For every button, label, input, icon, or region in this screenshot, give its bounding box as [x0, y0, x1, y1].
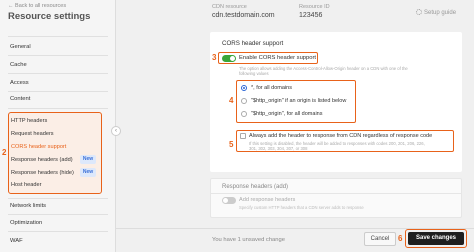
- add-response-headers-label: Add response headers: [239, 197, 296, 203]
- chevron-left-icon: ‹: [115, 128, 117, 134]
- radio-http-origin-all[interactable]: [241, 111, 247, 117]
- cdn-resource-value: cdn.testdomain.com: [212, 12, 275, 19]
- sidebar-item-network-limits[interactable]: Network limits: [10, 203, 46, 209]
- sidebar-item-cors-header-support[interactable]: CORS header support: [11, 144, 66, 150]
- toggle-knob: [230, 56, 235, 61]
- resource-id-value: 123456: [299, 12, 323, 19]
- divider: [8, 36, 108, 37]
- radio-label: *, for all domains: [251, 85, 292, 91]
- always-add-header-checkbox[interactable]: [240, 133, 246, 139]
- new-badge: New: [80, 155, 96, 164]
- cancel-button[interactable]: Cancel: [364, 232, 396, 246]
- radio-label: "$http_origin", for all domains: [251, 111, 323, 117]
- sidebar-item-cache[interactable]: Cache: [10, 62, 27, 68]
- sidebar-item-access[interactable]: Access: [10, 80, 29, 86]
- sidebar-item-general[interactable]: General: [10, 44, 31, 50]
- annotation-number-6: 6: [398, 234, 403, 243]
- save-changes-button[interactable]: Save changes: [408, 232, 464, 245]
- sidebar-item-response-headers-hide[interactable]: Response headers (hide): [11, 170, 74, 176]
- unsaved-changes-text: You have 1 unsaved change: [212, 237, 285, 243]
- divider: [8, 214, 108, 215]
- cors-description-2: following values: [239, 71, 269, 76]
- cors-toggle-label: Enable CORS header support: [239, 55, 317, 61]
- sidebar: ← Back to all resources Resource setting…: [0, 0, 116, 252]
- always-add-description-2: 301, 302, 303, 304, 307, or 308: [249, 146, 308, 151]
- divider: [8, 55, 108, 56]
- sidebar-item-content[interactable]: Content: [10, 96, 30, 102]
- sidebar-item-optimization[interactable]: Optimization: [10, 220, 42, 226]
- radio-all-domains[interactable]: [241, 85, 247, 91]
- sidebar-item-request-headers[interactable]: Request headers: [11, 131, 54, 137]
- annotation-number-2: 2: [2, 148, 7, 157]
- annotation-number-3: 3: [212, 53, 217, 62]
- response-headers-add-title: Response headers (add): [222, 184, 289, 190]
- divider: [8, 91, 108, 92]
- new-badge: New: [80, 168, 96, 177]
- add-response-headers-description: Specify custom HTTP headers that a CDN s…: [239, 205, 364, 210]
- sidebar-item-response-headers-add[interactable]: Response headers (add): [11, 157, 73, 163]
- cdn-resource-label: CDN resource: [212, 4, 247, 10]
- sidebar-title: Resource settings: [8, 11, 91, 22]
- sidebar-item-waf[interactable]: WAF: [10, 238, 23, 244]
- divider: [8, 73, 108, 74]
- add-response-headers-toggle[interactable]: [222, 197, 236, 204]
- radio-listed-origin[interactable]: [241, 98, 247, 104]
- sidebar-item-host-header[interactable]: Host header: [11, 182, 41, 188]
- toggle-knob: [223, 198, 228, 203]
- always-add-header-label: Always add the header to response from C…: [249, 133, 433, 139]
- cors-section-title: CORS header support: [222, 40, 284, 47]
- back-link[interactable]: ← Back to all resources: [8, 3, 66, 9]
- annotation-number-5: 5: [229, 140, 234, 149]
- resource-id-label: Resource ID: [299, 4, 330, 10]
- divider: [8, 198, 108, 199]
- cors-toggle[interactable]: [222, 55, 236, 62]
- setup-guide-link[interactable]: Setup guide: [416, 9, 456, 16]
- divider: [210, 193, 462, 194]
- collapse-sidebar-button[interactable]: ‹: [111, 126, 121, 136]
- divider: [8, 108, 108, 109]
- annotation-number-4: 4: [229, 96, 234, 105]
- radio-label: "$http_origin" if an origin is listed be…: [251, 98, 347, 104]
- setup-guide-label: Setup guide: [424, 10, 457, 16]
- sidebar-group-http-headers[interactable]: HTTP headers: [11, 118, 47, 124]
- divider: [8, 231, 108, 232]
- gear-icon: [416, 9, 422, 15]
